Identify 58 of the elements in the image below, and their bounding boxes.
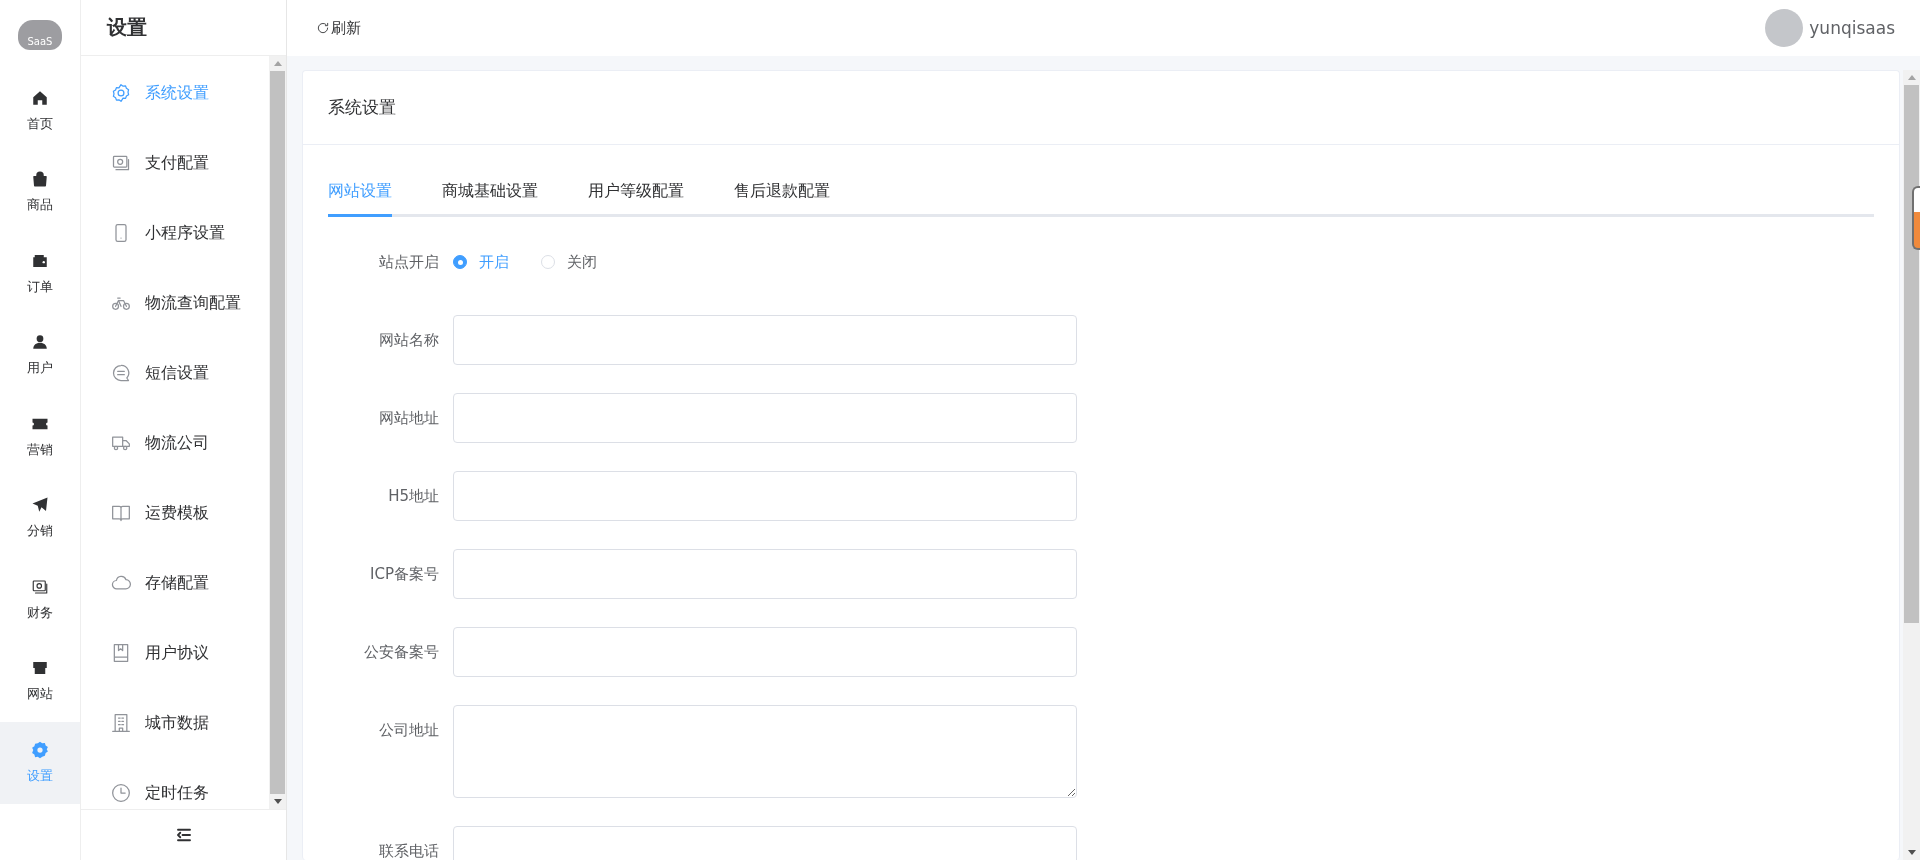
- field-label: 公司地址: [378, 720, 439, 741]
- section-title: 设置: [81, 0, 286, 56]
- chat-bubble-icon: [111, 363, 131, 383]
- saas-logo: SaaS: [18, 20, 62, 50]
- input-field[interactable]: [453, 393, 1077, 443]
- nav-item[interactable]: 用户: [0, 314, 80, 396]
- card-title: 系统设置: [303, 71, 1899, 145]
- nav-item[interactable]: 财务: [0, 559, 80, 641]
- scroll-handle[interactable]: [1912, 186, 1920, 250]
- settings-icon: [31, 740, 49, 759]
- menu-item[interactable]: 物流公司: [81, 408, 269, 478]
- nav-item[interactable]: 商品: [0, 151, 80, 233]
- field-label: 网站地址: [378, 408, 439, 429]
- nav-item[interactable]: 订单: [0, 233, 80, 315]
- menu-item[interactable]: 小程序设置: [81, 198, 269, 268]
- refresh-button[interactable]: 刷新: [316, 18, 361, 38]
- menu-item[interactable]: 城市数据: [81, 688, 269, 758]
- scrollbar[interactable]: [1903, 70, 1920, 860]
- shopping-bag-icon: [31, 170, 49, 189]
- field-label: 网站名称: [378, 330, 439, 351]
- notebook-icon: [111, 643, 131, 663]
- input-field[interactable]: [453, 627, 1077, 677]
- collapse-menu-icon: [174, 826, 193, 844]
- menu-item[interactable]: 存储配置: [81, 548, 269, 618]
- tab[interactable]: 用户等级配置: [588, 181, 684, 217]
- nav-item[interactable]: 网站: [0, 640, 80, 722]
- menu-item[interactable]: 定时任务: [81, 758, 269, 828]
- text-area[interactable]: [453, 705, 1077, 798]
- menu-item[interactable]: 短信设置: [81, 338, 269, 408]
- cash-icon: [111, 153, 131, 173]
- nav-item[interactable]: 分销: [0, 477, 80, 559]
- menu-item[interactable]: 物流查询配置: [81, 268, 269, 338]
- user-icon: [31, 333, 49, 352]
- input-field[interactable]: [453, 471, 1077, 521]
- input-field[interactable]: [453, 549, 1077, 599]
- field-label: 公安备案号: [363, 642, 439, 663]
- menu-item[interactable]: 用户协议: [81, 618, 269, 688]
- avatar[interactable]: [1765, 9, 1804, 47]
- field-label: 联系电话: [378, 841, 439, 860]
- username[interactable]: yunqisaas: [1809, 18, 1895, 38]
- menu-item[interactable]: 运费模板: [81, 478, 269, 548]
- open-book-icon: [111, 503, 131, 523]
- scrollbar[interactable]: [269, 56, 286, 809]
- building-icon: [111, 713, 131, 733]
- field-label: 站点开启: [378, 252, 439, 273]
- nav-item[interactable]: 营销: [0, 396, 80, 478]
- input-field[interactable]: [453, 315, 1077, 365]
- tab[interactable]: 商城基础设置: [442, 181, 538, 217]
- menu-item[interactable]: 支付配置: [81, 128, 269, 198]
- field-label: ICP备案号: [369, 564, 439, 585]
- cash-icon: [31, 577, 49, 596]
- radio-option[interactable]: 关闭: [541, 252, 597, 272]
- nav-item[interactable]: 首页: [0, 70, 80, 152]
- refresh-icon: [316, 21, 330, 35]
- tab[interactable]: 售后退款配置: [734, 181, 830, 217]
- clock-icon: [111, 783, 131, 803]
- settings-icon: [111, 83, 131, 103]
- field-label: H5地址: [387, 486, 439, 507]
